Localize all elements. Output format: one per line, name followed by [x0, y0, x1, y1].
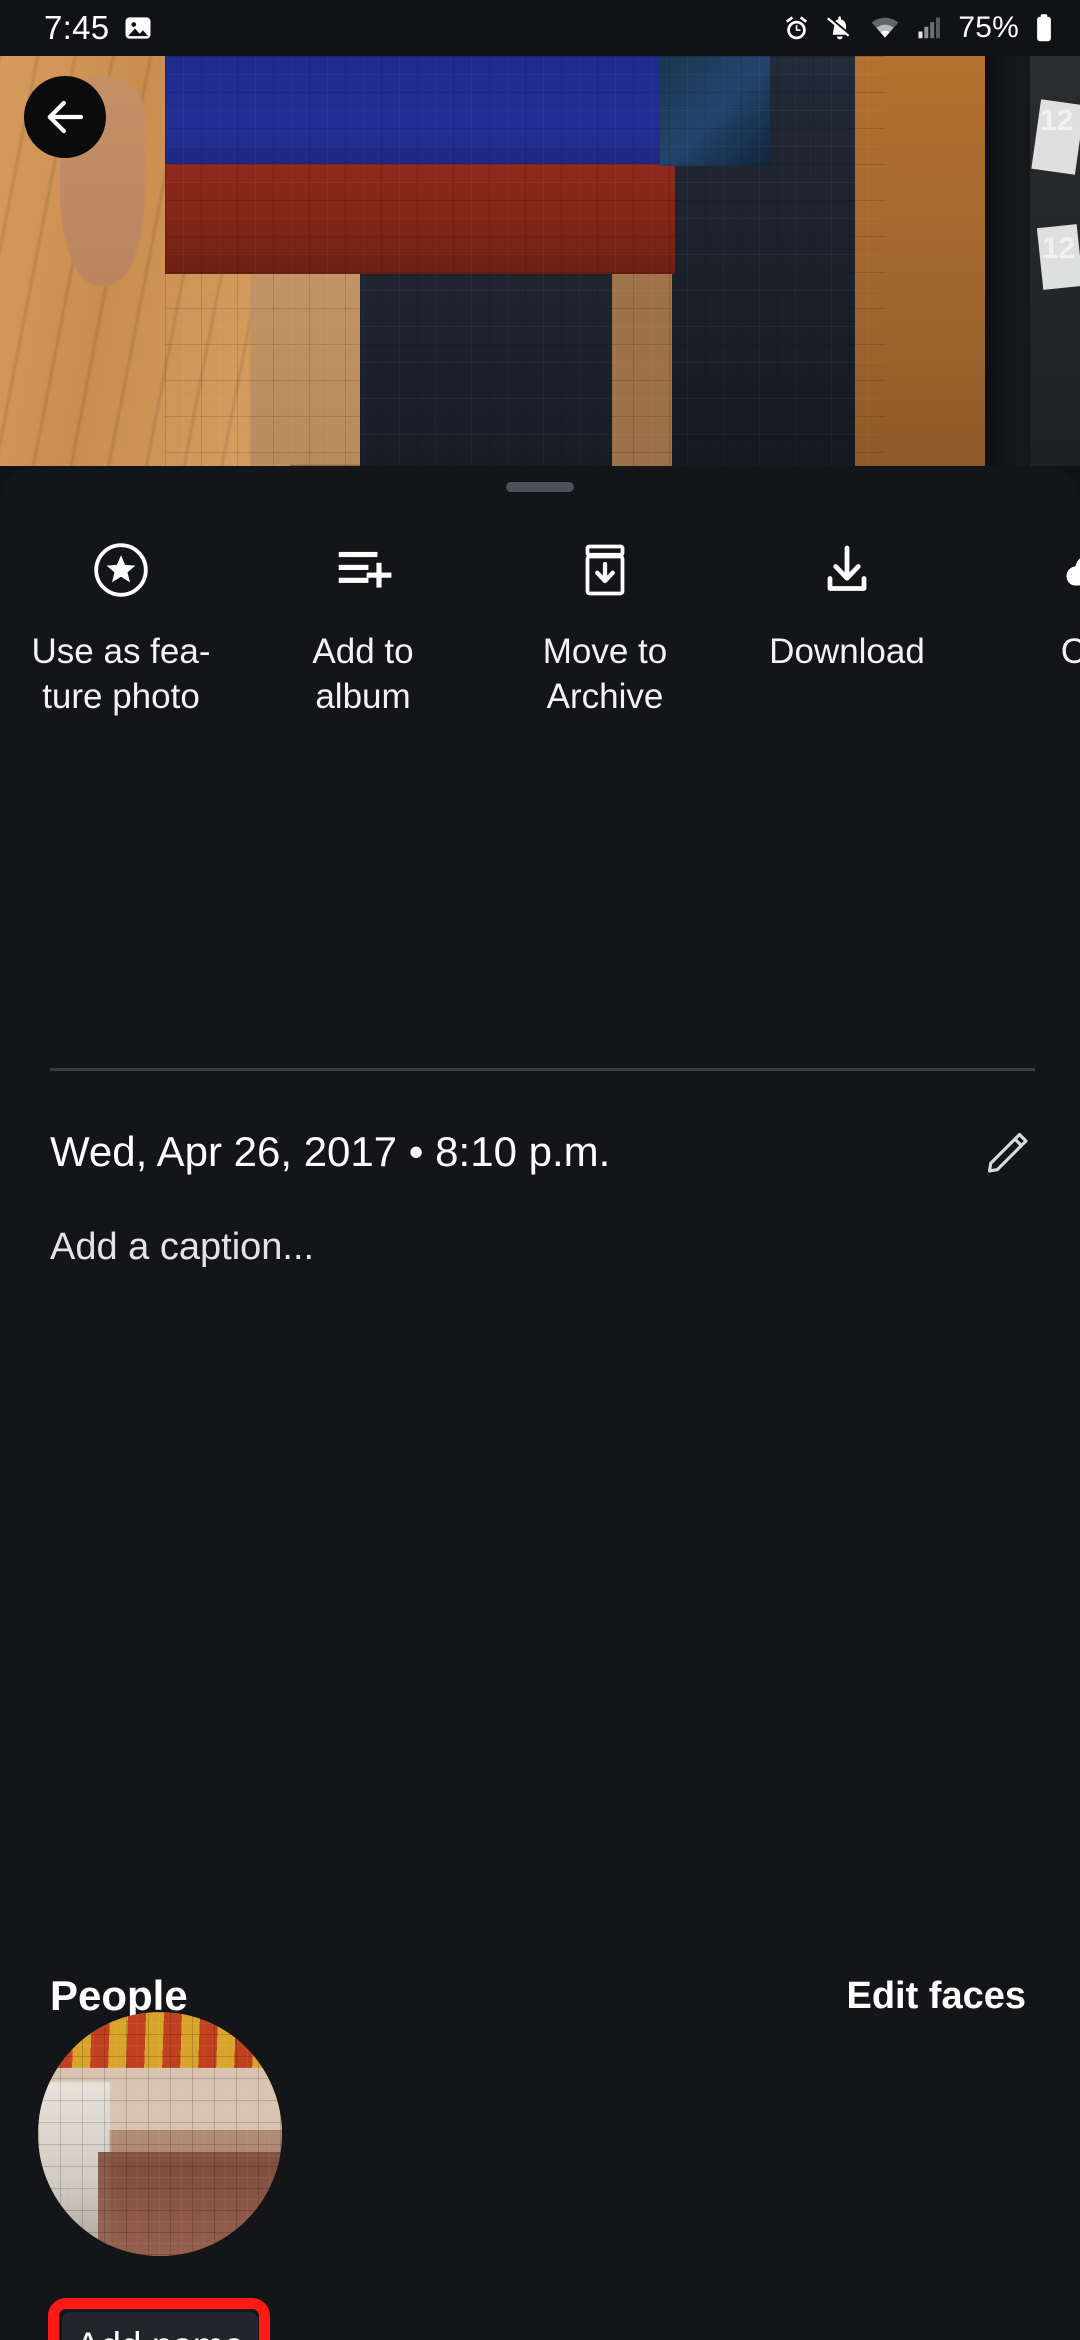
section-divider [50, 1068, 1035, 1071]
photo-subject-shirt-pattern [660, 56, 770, 166]
photo-date-label: Wed, Apr 26, 2017 • 8:10 p.m. [50, 1128, 611, 1175]
action-use-as-feature-photo[interactable]: Use as fea- ture photo [0, 504, 242, 724]
action-label-line1: Cre [1060, 632, 1080, 671]
action-add-to-album[interactable]: Add to album [242, 504, 484, 724]
action-label-line2: ture photo [42, 677, 200, 716]
back-button[interactable] [24, 76, 106, 158]
cloud-icon [1059, 534, 1080, 606]
battery-percent-label: 75% [958, 11, 1019, 44]
status-bar-clock: 7:45 [44, 9, 110, 46]
status-bar-left: 7:45 [44, 9, 153, 47]
action-label: Move to Archive [501, 634, 709, 724]
download-icon [817, 534, 877, 606]
photo-subject-shirt-blue [165, 56, 670, 176]
action-label: Use as fea- ture photo [17, 634, 225, 724]
face-avatar[interactable] [38, 2012, 282, 2256]
action-label-line1: Download [769, 632, 925, 671]
photo-details-screen: 7:45 75% 12 12 Use as fea- ture photo Ad… [0, 0, 1080, 2340]
sheet-drag-handle[interactable] [506, 482, 574, 492]
add-to-list-icon [332, 534, 394, 606]
archive-box-icon [575, 534, 635, 606]
action-label-line2: Archive [546, 677, 664, 716]
photo-preview[interactable]: 12 12 [0, 56, 1080, 466]
wifi-icon [870, 13, 900, 43]
action-download[interactable]: Download [726, 504, 968, 679]
battery-icon [1034, 13, 1054, 43]
action-label-line2: album [315, 677, 411, 716]
action-label-line1: Move to [542, 632, 668, 671]
action-row: Use as fea- ture photo Add to album Move… [0, 504, 1080, 734]
photo-subject-shirt-red [165, 164, 675, 274]
photo-price-tag-1-label: 12 [1040, 104, 1074, 137]
action-label-line1: Use as fea- [31, 632, 211, 671]
bell-muted-icon [826, 14, 855, 43]
alarm-icon [782, 14, 811, 43]
photo-icon [123, 13, 153, 43]
pencil-icon[interactable] [982, 1127, 1032, 1177]
date-row[interactable]: Wed, Apr 26, 2017 • 8:10 p.m. [0, 1112, 1080, 1192]
status-bar: 7:45 75% [0, 0, 1080, 56]
action-create[interactable]: Cre [968, 504, 1080, 679]
photo-price-tag-2-label: 12 [1042, 232, 1076, 265]
add-name-button[interactable]: Add name [62, 2312, 258, 2340]
signal-icon [915, 14, 943, 42]
action-move-to-archive[interactable]: Move to Archive [484, 504, 726, 724]
edit-faces-button[interactable]: Edit faces [846, 1975, 1026, 2018]
star-circle-icon [90, 534, 152, 606]
add-name-label: Add name [76, 2325, 245, 2340]
action-label: Add to album [259, 634, 467, 724]
action-label: Cre [985, 634, 1080, 679]
status-bar-right: 75% [782, 11, 1054, 45]
arrow-left-icon [41, 93, 89, 141]
face-pixelation-overlay [38, 2012, 282, 2256]
action-label: Download [743, 634, 951, 679]
action-label-line1: Add to [312, 632, 414, 671]
caption-input[interactable]: Add a caption... [50, 1226, 314, 1269]
details-bottom-sheet: Use as fea- ture photo Add to album Move… [0, 466, 1080, 2340]
